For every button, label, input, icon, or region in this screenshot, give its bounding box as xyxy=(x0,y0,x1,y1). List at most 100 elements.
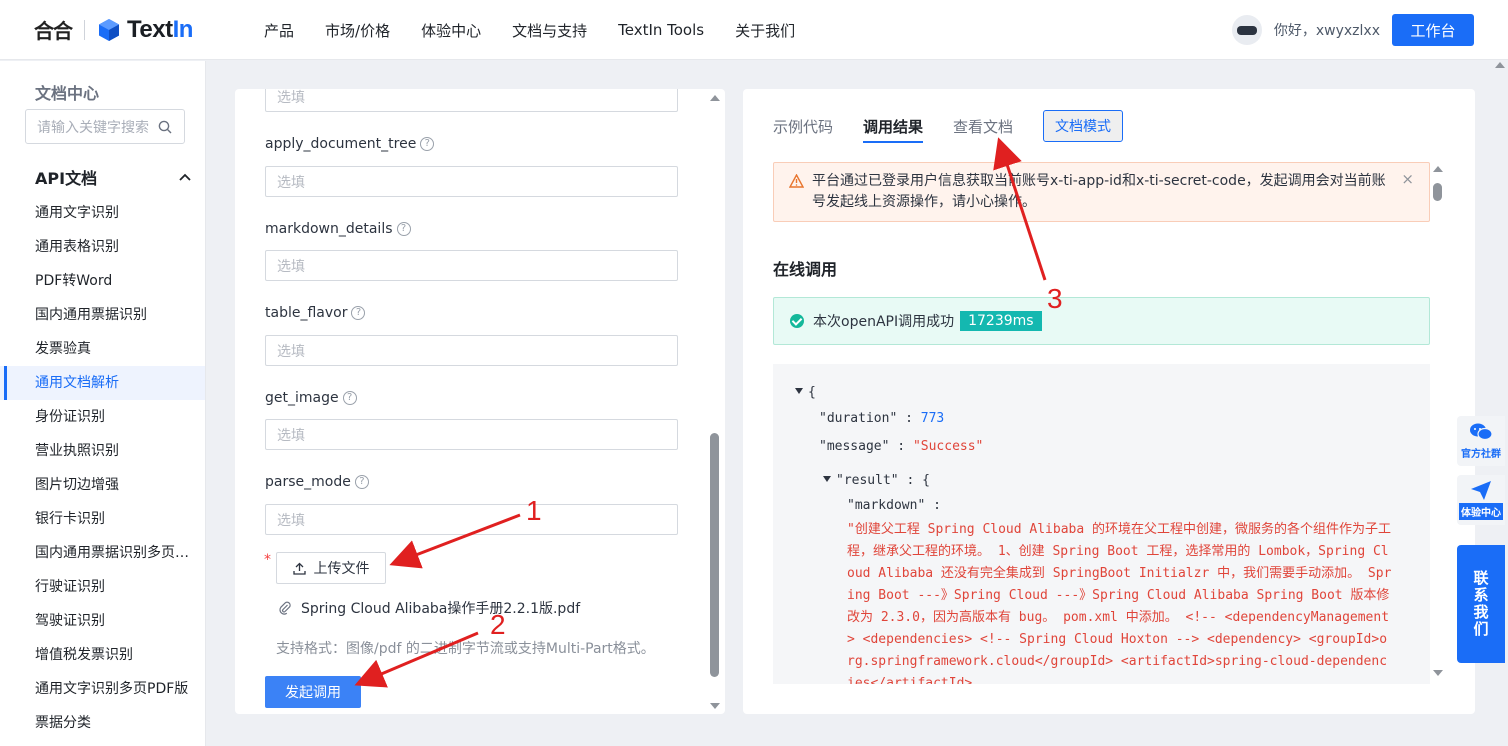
json-brace: { xyxy=(808,385,816,400)
wechat-icon xyxy=(1470,423,1493,441)
search-placeholder: 请输入关键字搜索 xyxy=(37,119,149,136)
json-result[interactable]: "result" : { xyxy=(823,473,930,488)
doc-mode-button[interactable]: 文档模式 xyxy=(1043,110,1124,142)
field-label-text: parse_mode xyxy=(265,474,351,490)
sidebar-item[interactable]: 身份证识别 xyxy=(0,400,205,434)
json-number: 773 xyxy=(920,411,945,426)
success-text: 本次openAPI调用成功 xyxy=(813,314,955,330)
json-colon: : xyxy=(889,439,913,454)
sidebar-item[interactable]: 银行卡识别 xyxy=(0,502,205,536)
json-root[interactable]: { xyxy=(795,385,816,400)
sidebar-item[interactable]: 国内通用票据识别多页… xyxy=(0,536,205,570)
json-colon: : xyxy=(898,473,923,488)
sidebar-list: 通用文字识别 通用表格识别 PDF转Word 国内通用票据识别 发票验真 通用文… xyxy=(0,196,205,740)
nav-pricing[interactable]: 市场/价格 xyxy=(325,20,390,41)
chevron-up-icon[interactable] xyxy=(179,173,191,181)
annotation-number: 2 xyxy=(490,609,506,640)
upload-icon xyxy=(292,562,306,575)
sidebar-item[interactable]: PDF转Word xyxy=(0,264,205,298)
tab-call-result[interactable]: 调用结果 xyxy=(863,116,924,143)
nav-products[interactable]: 产品 xyxy=(264,20,294,41)
send-arrow-icon xyxy=(1471,481,1491,500)
result-panel: 示例代码 调用结果 查看文档 文档模式 平台通过已登录用户信息获取当前账号x-t… xyxy=(743,89,1475,714)
json-duration: "duration" : 773 xyxy=(819,411,944,426)
form-scrollbar[interactable] xyxy=(709,95,721,709)
required-mark: * xyxy=(264,552,271,568)
logo-hehe: 合合 xyxy=(34,19,73,43)
logo-in-part: In xyxy=(172,15,194,43)
scroll-up-arrow-icon[interactable] xyxy=(1433,166,1443,172)
sidebar-item[interactable]: 增值税发票识别 xyxy=(0,638,205,672)
warning-alert: 平台通过已登录用户信息获取当前账号x-ti-app-id和x-ti-secret… xyxy=(773,162,1430,222)
warning-icon xyxy=(789,174,804,188)
uploaded-file[interactable]: Spring Cloud Alibaba操作手册2.2.1版.pdf xyxy=(279,598,580,618)
tab-view-docs[interactable]: 查看文档 xyxy=(953,116,1013,143)
parse-mode-input[interactable]: 选填 xyxy=(265,504,678,535)
result-tabs: 示例代码 调用结果 查看文档 文档模式 xyxy=(773,110,1124,147)
sidebar-item[interactable]: 票据分类 xyxy=(0,706,205,740)
scroll-down-arrow-icon[interactable] xyxy=(710,703,720,709)
online-call-title: 在线调用 xyxy=(773,260,838,279)
field-label-text: get_image xyxy=(265,390,339,406)
user-greeting[interactable]: 你好，xwyxzlxx xyxy=(1274,20,1380,40)
result-scrollbar[interactable] xyxy=(1432,166,1444,676)
field-input-partial[interactable]: 选填 xyxy=(265,89,678,112)
collapse-caret-icon[interactable] xyxy=(823,476,831,482)
nav-experience-center[interactable]: 体验中心 xyxy=(421,20,481,41)
markdown-details-input[interactable]: 选填 xyxy=(265,250,678,281)
nav-textin-tools[interactable]: TextIn Tools xyxy=(618,21,704,39)
request-form-panel: 选填 apply_document_tree? 选填 markdown_deta… xyxy=(235,89,725,714)
upload-file-button[interactable]: 上传文件 xyxy=(276,552,386,584)
json-brace: { xyxy=(922,473,930,488)
get-image-input[interactable]: 选填 xyxy=(265,419,678,450)
collapse-caret-icon[interactable] xyxy=(795,388,803,394)
field-label: table_flavor? xyxy=(265,305,366,321)
sidebar-item[interactable]: 图片切边增强 xyxy=(0,468,205,502)
tab-sample-code[interactable]: 示例代码 xyxy=(773,116,833,143)
top-navbar: 合合 TextIn 产品 市场/价格 体验中心 文档与支持 TextIn Too… xyxy=(0,0,1508,60)
nav-about-us[interactable]: 关于我们 xyxy=(735,20,795,41)
sidebar-item[interactable]: 通用文字识别 xyxy=(0,196,205,230)
close-icon[interactable]: × xyxy=(1401,170,1414,188)
json-key: "message" xyxy=(819,439,890,454)
sidebar-section-api-docs[interactable]: API文档 xyxy=(35,165,191,189)
logo[interactable]: 合合 TextIn xyxy=(34,15,193,44)
help-icon[interactable]: ? xyxy=(396,222,411,236)
sidebar-item-active[interactable]: 通用文档解析 xyxy=(0,366,205,400)
help-icon[interactable]: ? xyxy=(354,475,369,489)
upload-file-label: 上传文件 xyxy=(313,560,370,576)
sidebar-item[interactable]: 行驶证识别 xyxy=(0,570,205,604)
sidebar-item[interactable]: 驾驶证识别 xyxy=(0,604,205,638)
json-key: "markdown" xyxy=(847,498,926,513)
workbench-button[interactable]: 工作台 xyxy=(1392,14,1474,46)
sidebar-item[interactable]: 通用文字识别多页PDF版 xyxy=(0,672,205,706)
sidebar-item[interactable]: 国内通用票据识别 xyxy=(0,298,205,332)
scrollbar-thumb[interactable] xyxy=(1433,183,1442,201)
success-check-icon xyxy=(790,314,804,328)
nav-docs-support[interactable]: 文档与支持 xyxy=(512,20,587,41)
json-markdown-key: "markdown" : xyxy=(847,498,941,513)
sidebar-item[interactable]: 发票验真 xyxy=(0,332,205,366)
sidebar-item[interactable]: 营业执照识别 xyxy=(0,434,205,468)
search-icon[interactable] xyxy=(158,120,172,134)
timing-badge: 17239ms xyxy=(960,311,1042,331)
sidebar-title: 文档中心 xyxy=(35,84,100,103)
json-message: "message" : "Success" xyxy=(819,439,983,454)
invoke-button[interactable]: 发起调用 xyxy=(265,676,361,708)
page-scrollbar[interactable] xyxy=(1494,62,1506,746)
sidebar-item[interactable]: 通用表格识别 xyxy=(0,230,205,264)
apply-document-tree-input[interactable]: 选填 xyxy=(265,166,678,197)
json-viewer: { "duration" : 773 "message" : "Success"… xyxy=(773,364,1430,684)
help-icon[interactable]: ? xyxy=(351,306,366,320)
scrollbar-thumb[interactable] xyxy=(710,433,719,677)
textin-cube-icon xyxy=(99,18,119,41)
help-icon[interactable]: ? xyxy=(342,391,357,405)
table-flavor-input[interactable]: 选填 xyxy=(265,335,678,366)
help-icon[interactable]: ? xyxy=(420,137,435,151)
sidebar-search-input[interactable]: 请输入关键字搜索 xyxy=(25,109,185,144)
avatar[interactable] xyxy=(1231,15,1262,45)
logo-text-part: Text xyxy=(127,15,173,43)
scroll-down-arrow-icon[interactable] xyxy=(1433,670,1443,676)
scroll-up-arrow-icon[interactable] xyxy=(710,95,720,101)
scroll-up-arrow-icon[interactable] xyxy=(1495,62,1505,68)
